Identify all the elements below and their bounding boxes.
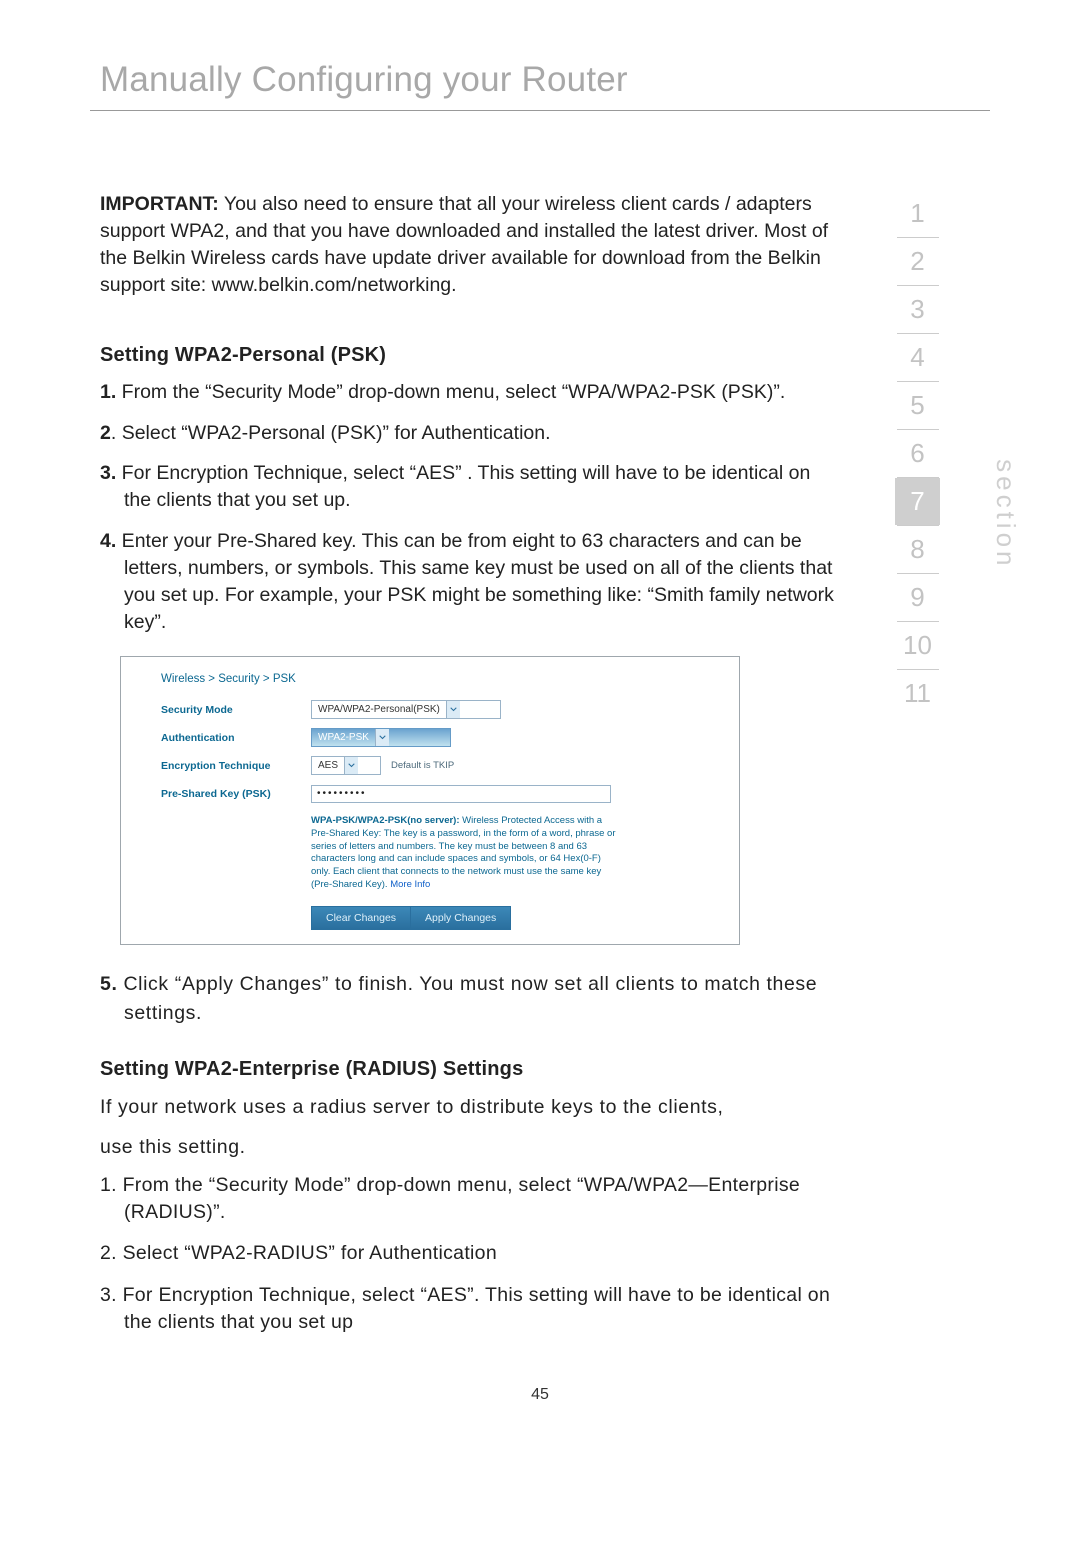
section-nav-item-11[interactable]: 11 (895, 670, 940, 717)
section-nav-item-8[interactable]: 8 (895, 526, 940, 573)
row-psk: Pre-Shared Key (PSK) ••••••••• (161, 783, 721, 805)
step-text: For Encryption Technique, select “AES” .… (116, 462, 810, 511)
encryption-value: AES (312, 760, 344, 771)
step-number: 2 (100, 422, 111, 444)
row-authentication: Authentication WPA2-PSK (161, 727, 721, 749)
section-nav: 1234567891011 (885, 190, 950, 717)
important-label: IMPORTANT: (100, 193, 219, 215)
section-nav-item-10[interactable]: 10 (895, 622, 940, 669)
chevron-down-icon (344, 757, 358, 774)
page-number: 45 (0, 1386, 1080, 1404)
label-psk: Pre-Shared Key (PSK) (161, 788, 311, 800)
psk-masked-value: ••••••••• (317, 788, 367, 799)
step-text: . Select “WPA2-Personal (PSK)” for Authe… (111, 422, 551, 444)
psk-step-3: 3. For Encryption Technique, select “AES… (100, 460, 840, 514)
authentication-value: WPA2-PSK (312, 732, 375, 743)
radius-steps: 1. From the “Security Mode” drop-down me… (100, 1172, 840, 1336)
chevron-down-icon (446, 701, 460, 718)
section-nav-item-5[interactable]: 5 (895, 382, 940, 429)
router-ui-panel: Wireless > Security > PSK Security Mode … (120, 656, 740, 945)
psk-help-bold: WPA-PSK/WPA2-PSK(no server): (311, 815, 460, 826)
step-number: 5. (100, 973, 117, 995)
security-mode-select[interactable]: WPA/WPA2-Personal(PSK) (311, 700, 501, 719)
psk-step-5: 5. Click “Apply Changes” to finish. You … (100, 970, 840, 1029)
section-nav-item-7[interactable]: 7 (895, 478, 940, 525)
step-number: 3. (100, 462, 116, 484)
breadcrumb: Wireless > Security > PSK (161, 673, 721, 685)
encryption-select[interactable]: AES (311, 756, 381, 775)
row-encryption: Encryption Technique AES Default is TKIP (161, 755, 721, 777)
router-button-row: Clear Changes Apply Changes (311, 906, 721, 930)
section-nav-item-9[interactable]: 9 (895, 574, 940, 621)
section-nav-item-2[interactable]: 2 (895, 238, 940, 285)
psk-heading: Setting WPA2-Personal (PSK) (100, 344, 840, 367)
important-note: IMPORTANT: You also need to ensure that … (100, 191, 840, 299)
psk-step-2: 2. Select “WPA2-Personal (PSK)” for Auth… (100, 420, 840, 447)
document-page: Manually Configuring your Router IMPORTA… (0, 0, 1080, 1542)
row-security-mode: Security Mode WPA/WPA2-Personal(PSK) (161, 699, 721, 721)
psk-steps: 1. From the “Security Mode” drop-down me… (100, 379, 840, 636)
radius-intro-1: If your network uses a radius server to … (100, 1093, 840, 1122)
radius-heading: Setting WPA2-Enterprise (RADIUS) Setting… (100, 1058, 840, 1081)
encryption-default-hint: Default is TKIP (391, 760, 454, 771)
apply-changes-button[interactable]: Apply Changes (410, 906, 511, 930)
section-nav-item-6[interactable]: 6 (895, 430, 940, 477)
step-number: 4. (100, 530, 116, 552)
step-text: Enter your Pre-Shared key. This can be f… (116, 530, 834, 633)
psk-help-text: WPA-PSK/WPA2-PSK(no server): Wireless Pr… (311, 815, 616, 892)
more-info-link[interactable]: More Info (390, 879, 430, 890)
chevron-down-icon (375, 729, 389, 746)
radius-step-1: 1. From the “Security Mode” drop-down me… (100, 1172, 840, 1227)
section-label: section (990, 459, 1021, 569)
radius-step-3: 3. For Encryption Technique, select “AES… (100, 1282, 840, 1337)
section-nav-item-4[interactable]: 4 (895, 334, 940, 381)
title-rule (90, 110, 990, 111)
label-encryption: Encryption Technique (161, 760, 311, 772)
clear-changes-button[interactable]: Clear Changes (311, 906, 410, 930)
security-mode-value: WPA/WPA2-Personal(PSK) (312, 704, 446, 715)
radius-step-2: 2. Select “WPA2-RADIUS” for Authenticati… (100, 1240, 840, 1267)
authentication-select[interactable]: WPA2-PSK (311, 728, 451, 747)
content-area: IMPORTANT: You also need to ensure that … (100, 191, 840, 1336)
psk-step-4: 4. Enter your Pre-Shared key. This can b… (100, 528, 840, 636)
radius-intro-2: use this setting. (100, 1133, 840, 1162)
psk-input[interactable]: ••••••••• (311, 785, 611, 803)
step-text: From the “Security Mode” drop-down menu,… (116, 381, 785, 403)
label-security-mode: Security Mode (161, 704, 311, 716)
section-nav-item-3[interactable]: 3 (895, 286, 940, 333)
psk-step-1: 1. From the “Security Mode” drop-down me… (100, 379, 840, 406)
section-nav-item-1[interactable]: 1 (895, 190, 940, 237)
step-text: Click “Apply Changes” to finish. You mus… (117, 973, 817, 1024)
page-title: Manually Configuring your Router (100, 60, 990, 100)
label-authentication: Authentication (161, 732, 311, 744)
psk-help-body: Wireless Protected Access with a Pre-Sha… (311, 815, 616, 890)
step-number: 1. (100, 381, 116, 403)
